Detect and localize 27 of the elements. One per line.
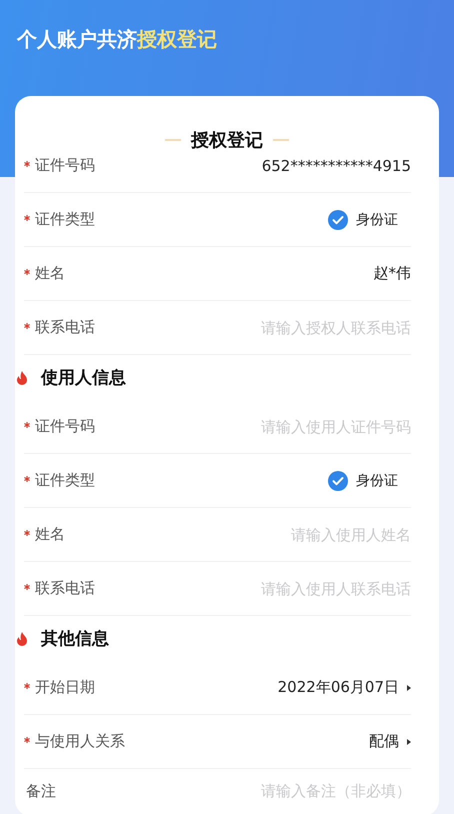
field-label: 证件类型 <box>35 210 95 229</box>
field-label: 备注 <box>26 782 56 800</box>
select-value[interactable]: 2022年06月07日 <box>278 678 399 697</box>
radio-label[interactable]: 身份证 <box>356 472 398 490</box>
select-value[interactable]: 配偶 <box>369 732 399 751</box>
flame-icon <box>16 632 28 646</box>
field-label: 姓名 <box>35 525 65 544</box>
section-title: 其他信息 <box>41 628 109 650</box>
radio-check[interactable] <box>328 210 348 230</box>
caret-icon[interactable] <box>407 738 411 744</box>
flame-icon <box>16 370 28 384</box>
field-label: 证件号码 <box>35 156 95 175</box>
field-label: 联系电话 <box>35 318 95 337</box>
field-label: 与使用人关系 <box>35 732 125 751</box>
field-label: 证件号码 <box>35 417 95 436</box>
section-title: 使用人信息 <box>41 367 126 389</box>
field-value: 652***********4915 <box>262 156 411 174</box>
card-title: 授权登记 <box>191 129 263 152</box>
caret-icon[interactable] <box>407 684 411 690</box>
radio-check[interactable] <box>328 470 348 490</box>
field-value: 赵*伟 <box>374 264 411 283</box>
field-label: 开始日期 <box>35 678 95 697</box>
page-title: 个人账户共济授权登记 <box>17 26 217 53</box>
field-label: 姓名 <box>35 264 65 283</box>
field-label: 证件类型 <box>35 471 95 490</box>
field-label: 联系电话 <box>35 579 95 598</box>
radio-label[interactable]: 身份证 <box>356 210 398 228</box>
